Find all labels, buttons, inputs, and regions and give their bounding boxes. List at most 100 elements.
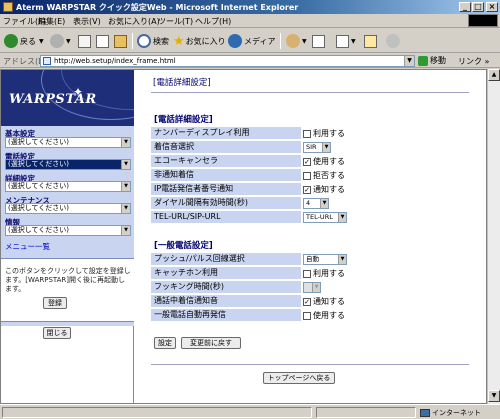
checkbox-label: 使用する bbox=[313, 157, 345, 166]
nav-select-detail[interactable]: (選択してください) ▼ bbox=[5, 181, 131, 192]
logo-text: WARPSTAR bbox=[9, 92, 97, 107]
select-dial-interval[interactable]: 4 ▼ bbox=[303, 198, 329, 209]
checkbox-anonymous-call[interactable]: 拒否する bbox=[303, 170, 345, 181]
messenger-button[interactable] bbox=[386, 33, 402, 49]
checkbox-unchecked[interactable] bbox=[303, 129, 311, 138]
nav-select-value: (選択してください) bbox=[8, 138, 70, 146]
setting-label: 一般電話自動再発信 bbox=[151, 309, 301, 321]
stop-icon bbox=[78, 34, 91, 48]
select-value: SIR bbox=[306, 143, 317, 151]
menu-help[interactable]: ヘルプ(H) bbox=[195, 16, 231, 27]
history-button[interactable]: ▼ bbox=[286, 33, 307, 49]
checkbox-checked[interactable]: ✓ bbox=[303, 297, 311, 306]
scroll-up-icon[interactable]: ▲ bbox=[488, 69, 500, 81]
security-zone: インターネット bbox=[420, 408, 481, 418]
chevron-down-icon: ▼ bbox=[121, 182, 130, 191]
vertical-scrollbar[interactable]: ▲ ▼ bbox=[487, 69, 500, 404]
chevron-down-icon: ▼ bbox=[338, 213, 346, 222]
top-page-button[interactable]: トップページへ戻る bbox=[263, 372, 335, 384]
select-hooking-time: ▼ bbox=[303, 282, 321, 293]
search-icon bbox=[137, 34, 151, 48]
menu-view[interactable]: 表示(V) bbox=[73, 16, 101, 27]
print-button[interactable] bbox=[312, 33, 327, 49]
revert-button[interactable]: 変更前に戻す bbox=[181, 337, 241, 349]
checkbox-auto-redial[interactable]: 使用する bbox=[303, 310, 345, 321]
home-icon bbox=[114, 34, 127, 48]
windows-logo bbox=[468, 14, 498, 27]
setting-label: ナンバーディスプレイ利用 bbox=[151, 127, 301, 139]
setting-label: TEL-URL/SIP-URL bbox=[151, 211, 301, 223]
back-button[interactable]: 戻る ▼ bbox=[4, 33, 44, 49]
close-window-button[interactable]: × bbox=[486, 2, 498, 12]
go-arrow-icon bbox=[418, 55, 428, 66]
favorites-button[interactable]: ★ お気に入り bbox=[173, 33, 226, 49]
menu-list-link[interactable]: メニュー一覧 bbox=[5, 241, 50, 252]
select-tel-sip-url[interactable]: TEL-URL ▼ bbox=[303, 212, 347, 223]
search-button[interactable]: 検索 bbox=[137, 33, 169, 49]
edit-button[interactable]: ▼ bbox=[336, 33, 356, 49]
nav-select-info[interactable]: (選択してください) ▼ bbox=[5, 225, 131, 236]
stop-button[interactable] bbox=[78, 33, 93, 49]
nav-select-value: (選択してください) bbox=[8, 182, 70, 190]
checkbox-number-display[interactable]: 利用する bbox=[303, 128, 345, 139]
address-input[interactable]: http://web.setup/index_frame.html ▼ bbox=[40, 55, 415, 67]
setting-label: ダイヤル間隔有効時間(秒) bbox=[151, 197, 301, 209]
toolbar-separator bbox=[280, 33, 281, 49]
checkbox-echo-canceller[interactable]: ✓ 使用する bbox=[303, 156, 345, 167]
checkbox-checked[interactable]: ✓ bbox=[303, 157, 311, 166]
discuss-button[interactable] bbox=[364, 33, 379, 49]
minimize-button[interactable]: _ bbox=[459, 2, 471, 12]
menu-tools[interactable]: ツール(T) bbox=[158, 16, 193, 27]
checkbox-label: 使用する bbox=[313, 311, 345, 320]
refresh-button[interactable] bbox=[96, 33, 111, 49]
set-button[interactable]: 設定 bbox=[154, 337, 176, 349]
chevron-down-icon: ▼ bbox=[121, 204, 130, 213]
toolbar-separator bbox=[132, 33, 133, 49]
checkbox-unchecked[interactable] bbox=[303, 269, 311, 278]
title-bar: Aterm WARPSTAR クイック設定Web - Microsoft Int… bbox=[0, 0, 500, 14]
setting-row: プッシュ/パルス回線選択 自動 ▼ bbox=[151, 253, 469, 266]
menu-favorites[interactable]: お気に入り(A) bbox=[108, 16, 160, 27]
setting-label: エコーキャンセラ bbox=[151, 155, 301, 167]
chevron-down-icon: ▼ bbox=[121, 138, 130, 147]
nav-select-maintenance[interactable]: (選択してください) ▼ bbox=[5, 203, 131, 214]
checkbox-checked[interactable]: ✓ bbox=[303, 185, 311, 194]
close-button[interactable]: 閉じる bbox=[43, 327, 71, 339]
divider bbox=[151, 92, 469, 93]
select-ringtone[interactable]: SIR ▼ bbox=[303, 142, 331, 153]
checkbox-unchecked[interactable] bbox=[303, 171, 311, 180]
maximize-button[interactable]: □ bbox=[472, 2, 484, 12]
links-button[interactable]: リンク » bbox=[458, 56, 489, 67]
checkbox-unchecked[interactable] bbox=[303, 311, 311, 320]
checkbox-incoming-tone[interactable]: ✓ 通知する bbox=[303, 296, 345, 307]
save-note-text: このボタンをクリックして設定を登録します。[WARPSTAR]開く後に再起動しま… bbox=[5, 267, 131, 293]
chevron-down-icon: ▼ bbox=[302, 37, 307, 45]
nav-select-value: (選択してください) bbox=[8, 160, 70, 168]
register-button[interactable]: 登録 bbox=[43, 297, 67, 309]
warpstar-logo: ✦ WARPSTAR bbox=[1, 70, 134, 126]
chevron-down-icon: ▼ bbox=[351, 37, 356, 45]
page-title: [電話詳細設定] bbox=[153, 78, 211, 88]
back-label: 戻る bbox=[20, 36, 36, 46]
select-push-pulse[interactable]: 自動 ▼ bbox=[303, 254, 347, 265]
go-button[interactable]: 移動 bbox=[418, 55, 446, 66]
chevron-down-icon[interactable]: ▼ bbox=[404, 56, 414, 66]
refresh-icon bbox=[96, 34, 109, 48]
nav-select-basic[interactable]: (選択してください) ▼ bbox=[5, 137, 131, 148]
nav-select-phone[interactable]: (選択してください) ▼ bbox=[5, 159, 131, 170]
checkbox-caller-id[interactable]: ✓ 通知する bbox=[303, 184, 345, 195]
select-value: 4 bbox=[306, 199, 311, 207]
home-button[interactable] bbox=[114, 33, 129, 49]
select-value: TEL-URL bbox=[306, 213, 333, 221]
chevron-down-icon: ▼ bbox=[121, 226, 130, 235]
scroll-down-icon[interactable]: ▼ bbox=[488, 390, 500, 402]
page-icon bbox=[43, 57, 51, 65]
divider bbox=[151, 364, 469, 365]
chevron-down-icon: ▼ bbox=[121, 160, 130, 169]
checkbox-call-waiting[interactable]: 利用する bbox=[303, 268, 345, 279]
menu-edit[interactable]: 編集(E) bbox=[38, 16, 65, 27]
checkbox-label: 通知する bbox=[313, 185, 345, 194]
media-button[interactable]: メディア bbox=[228, 33, 275, 49]
forward-button[interactable]: ▼ bbox=[50, 33, 71, 49]
setting-row: 非通知着信 拒否する bbox=[151, 169, 469, 182]
